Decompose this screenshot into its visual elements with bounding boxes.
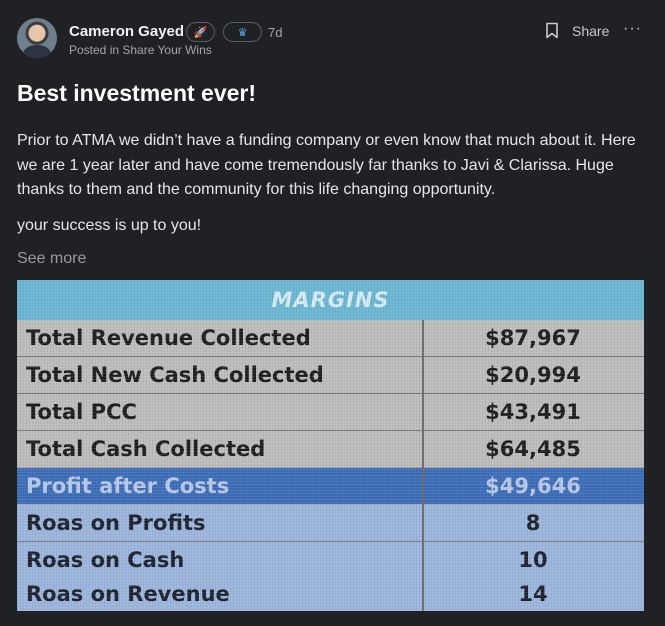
sheet-header: MARGINS xyxy=(17,280,644,320)
sheet-row-value: 14 xyxy=(518,582,548,606)
author-name[interactable]: Cameron Gayed xyxy=(69,23,184,40)
sheet-row: Total New Cash Collected $20,994 xyxy=(17,357,644,393)
sheet-row-label: Total Cash Collected xyxy=(26,437,266,461)
sheet-row-value: 10 xyxy=(518,548,548,572)
rocket-icon[interactable]: 🚀 xyxy=(186,22,215,42)
sheet-row-label: Roas on Revenue xyxy=(26,582,230,606)
sheet-row-highlight: Profit after Costs $49,646 xyxy=(17,468,644,504)
post-card: Cameron Gayed 🚀 ♛ 7d Posted in Share You… xyxy=(0,0,665,626)
sheet-row: Total Revenue Collected $87,967 xyxy=(17,320,644,356)
posted-in-category[interactable]: Posted in Share Your Wins xyxy=(69,43,212,57)
sheet-row: Total PCC $43,491 xyxy=(17,394,644,430)
sheet-header-label: MARGINS xyxy=(271,288,390,312)
sheet-row-label: Total PCC xyxy=(26,400,137,424)
sheet-row-value: $49,646 xyxy=(485,474,581,498)
sheet-row-label: Total Revenue Collected xyxy=(26,326,311,350)
sheet-row-value: $64,485 xyxy=(485,437,581,461)
sheet-row-label: Profit after Costs xyxy=(26,474,230,498)
post-title: Best investment ever! xyxy=(17,80,257,106)
sheet-row-label: Roas on Profits xyxy=(26,511,206,535)
sheet-row-label: Total New Cash Collected xyxy=(26,363,324,387)
more-options-icon[interactable]: ··· xyxy=(623,20,642,38)
sheet-row-label: Roas on Cash xyxy=(26,548,185,572)
sheet-row-value: $43,491 xyxy=(485,400,581,424)
author-avatar[interactable] xyxy=(17,18,57,58)
bookmark-icon[interactable] xyxy=(545,22,559,39)
sheet-row: Roas on Profits 8 xyxy=(17,505,644,541)
sheet-row: Roas on Cash 10 xyxy=(17,542,644,578)
sheet-row-value: $20,994 xyxy=(485,363,581,387)
post-age: 7d xyxy=(268,25,283,40)
post-paragraph: your success is up to you! xyxy=(17,217,202,234)
post-paragraph: Prior to ATMA we didn’t have a funding c… xyxy=(17,132,636,198)
post-image[interactable]: MARGINS Total Revenue Collected $87,967 … xyxy=(17,280,644,611)
share-button[interactable]: Share xyxy=(572,23,609,39)
see-more-link[interactable]: See more xyxy=(17,250,86,268)
sheet-row-value: 8 xyxy=(525,511,541,535)
sheet-row: Roas on Revenue 14 xyxy=(17,577,644,611)
sheet-row-value: $87,967 xyxy=(485,326,581,350)
sheet-row: Total Cash Collected $64,485 xyxy=(17,431,644,467)
column-divider xyxy=(422,320,424,611)
crown-icon[interactable]: ♛ xyxy=(223,22,262,42)
